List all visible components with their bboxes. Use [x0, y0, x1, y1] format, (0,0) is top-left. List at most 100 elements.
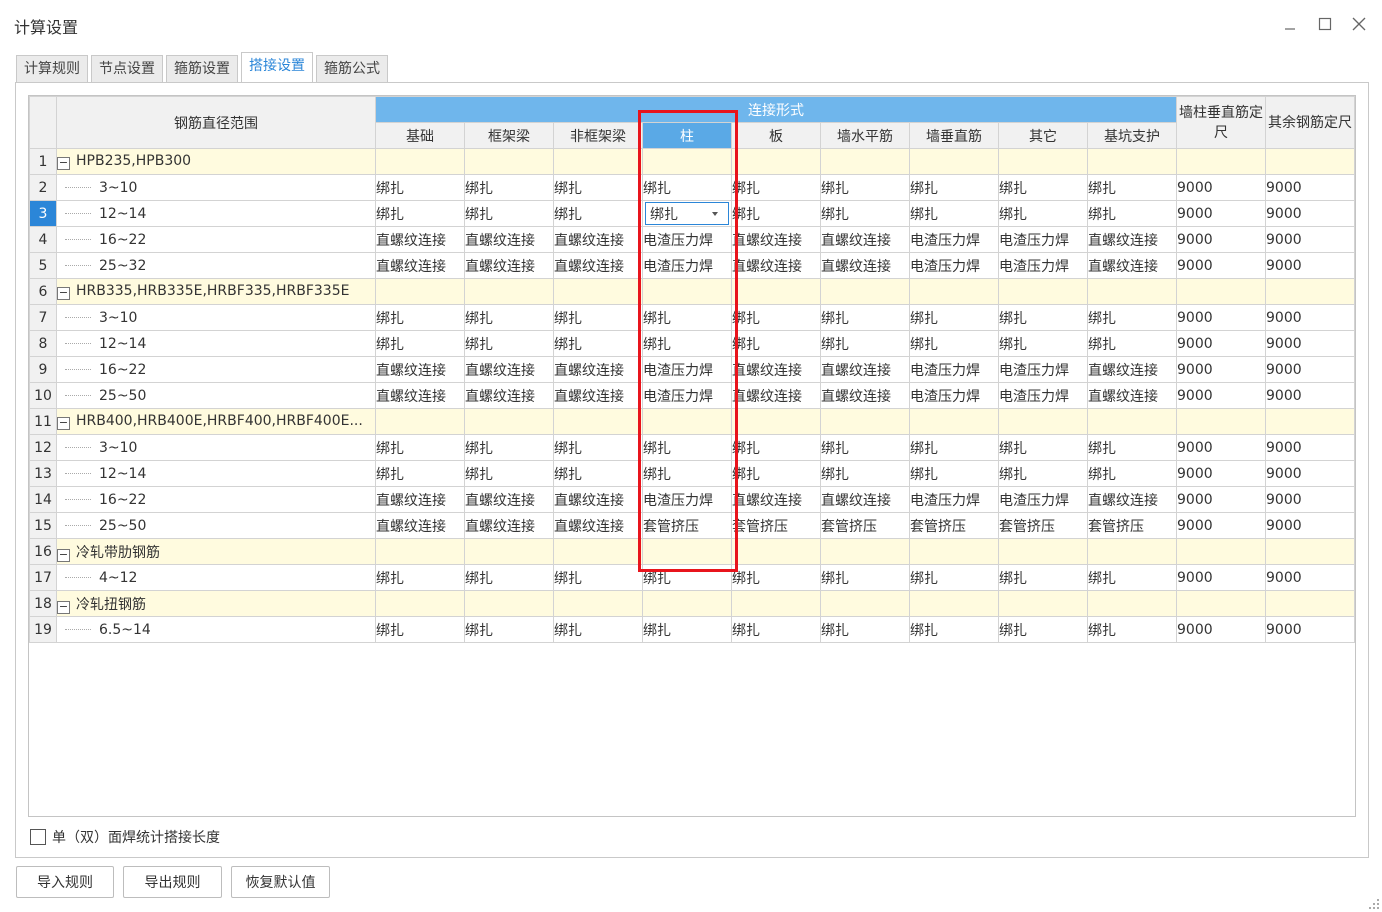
- connection-type-cell[interactable]: 直螺纹连接: [820, 486, 910, 513]
- connection-subheader[interactable]: 其它: [998, 122, 1088, 149]
- group-empty-cell[interactable]: [1087, 538, 1177, 565]
- connection-type-cell[interactable]: 套管挤压: [998, 512, 1088, 539]
- connection-type-cell[interactable]: 绑扎: [820, 200, 910, 227]
- group-empty-cell[interactable]: [553, 278, 643, 305]
- connection-type-cell[interactable]: 绑扎: [998, 616, 1088, 643]
- export-rules-button[interactable]: 导出规则: [123, 866, 222, 898]
- collapse-toggle-icon[interactable]: −: [57, 548, 70, 562]
- connection-type-cell[interactable]: 套管挤压: [731, 512, 821, 539]
- diameter-range-cell[interactable]: 12~14: [56, 330, 376, 357]
- connection-type-cell[interactable]: 绑扎: [998, 330, 1088, 357]
- row-number[interactable]: 9: [29, 356, 57, 383]
- diameter-range-cell[interactable]: 3~10: [56, 434, 376, 461]
- group-empty-cell[interactable]: [731, 538, 821, 565]
- length-cell[interactable]: 9000: [1176, 304, 1266, 331]
- row-number[interactable]: 3: [29, 200, 57, 227]
- connection-type-cell[interactable]: 直螺纹连接: [375, 252, 465, 279]
- connection-type-cell[interactable]: 套管挤压: [820, 512, 910, 539]
- restore-defaults-button[interactable]: 恢复默认值: [231, 866, 330, 898]
- row-number[interactable]: 14: [29, 486, 57, 513]
- group-empty-cell[interactable]: [1176, 538, 1266, 565]
- diameter-range-cell[interactable]: 3~10: [56, 174, 376, 201]
- tab-4[interactable]: 搭接设置: [241, 52, 313, 82]
- connection-type-cell[interactable]: 绑扎: [642, 174, 732, 201]
- table-row[interactable]: 2 3~10 绑扎 绑扎 绑扎 绑扎 绑扎 绑扎 绑扎 绑扎 绑扎 9000 9000: [29, 174, 1355, 201]
- connection-type-cell[interactable]: 绑扎: [820, 616, 910, 643]
- group-empty-cell[interactable]: [375, 148, 465, 175]
- connection-type-cell[interactable]: 绑扎: [1087, 174, 1177, 201]
- group-empty-cell[interactable]: [375, 278, 465, 305]
- connection-type-cell[interactable]: 直螺纹连接: [553, 512, 643, 539]
- row-number[interactable]: 13: [29, 460, 57, 487]
- connection-type-cell[interactable]: 直螺纹连接: [375, 512, 465, 539]
- row-number[interactable]: 18: [29, 590, 57, 617]
- connection-type-cell[interactable]: 绑扎: [731, 616, 821, 643]
- minimize-button[interactable]: [1278, 12, 1302, 36]
- connection-type-cell[interactable]: 绑扎: [909, 174, 999, 201]
- connection-type-cell[interactable]: 绑扎: [1087, 460, 1177, 487]
- table-row[interactable]: 14 16~22 直螺纹连接 直螺纹连接 直螺纹连接 电渣压力焊 直螺纹连接 直螺纹连接 电渣压…: [29, 486, 1355, 513]
- group-empty-cell[interactable]: [375, 408, 465, 435]
- connection-type-cell[interactable]: 直螺纹连接: [464, 252, 554, 279]
- group-row[interactable]: 18− 冷轧扭钢筋: [29, 590, 1355, 617]
- connection-type-cell[interactable]: 绑扎: [464, 304, 554, 331]
- group-row[interactable]: 16− 冷轧带肋钢筋: [29, 538, 1355, 565]
- diameter-range-cell[interactable]: 16~22: [56, 486, 376, 513]
- group-empty-cell[interactable]: [1265, 408, 1355, 435]
- resize-grip-icon[interactable]: [1368, 898, 1380, 910]
- row-number[interactable]: 15: [29, 512, 57, 539]
- connection-type-cell[interactable]: 绑扎: [731, 564, 821, 591]
- diameter-range-cell[interactable]: 25~50: [56, 512, 376, 539]
- connection-type-cell[interactable]: 绑扎: [464, 330, 554, 357]
- connection-type-cell[interactable]: 绑扎: [464, 434, 554, 461]
- group-empty-cell[interactable]: [553, 538, 643, 565]
- length-cell[interactable]: 9000: [1176, 382, 1266, 409]
- connection-type-cell[interactable]: 绑扎: [464, 174, 554, 201]
- table-row[interactable]: 17 4~12 绑扎 绑扎 绑扎 绑扎 绑扎 绑扎 绑扎 绑扎 绑扎 9000 9000: [29, 564, 1355, 591]
- length-cell[interactable]: 9000: [1265, 174, 1355, 201]
- group-empty-cell[interactable]: [909, 408, 999, 435]
- group-empty-cell[interactable]: [464, 148, 554, 175]
- group-empty-cell[interactable]: [464, 590, 554, 617]
- group-empty-cell[interactable]: [1176, 148, 1266, 175]
- connection-type-dropdown[interactable]: 绑扎: [645, 202, 729, 225]
- diameter-range-cell[interactable]: 16~22: [56, 226, 376, 253]
- rebar-grade-cell[interactable]: − HRB335,HRB335E,HRBF335,HRBF335E: [56, 278, 376, 305]
- length-cell[interactable]: 9000: [1265, 330, 1355, 357]
- group-empty-cell[interactable]: [731, 278, 821, 305]
- length-cell[interactable]: 9000: [1265, 564, 1355, 591]
- connection-subheader[interactable]: 基坑支护: [1087, 122, 1177, 149]
- connection-subheader[interactable]: 基础: [375, 122, 465, 149]
- weld-lap-length-option[interactable]: 单（双）面焊统计搭接长度: [30, 827, 220, 847]
- connection-type-cell[interactable]: 绑扎: [553, 330, 643, 357]
- length-cell[interactable]: 9000: [1265, 486, 1355, 513]
- connection-type-cell[interactable]: 直螺纹连接: [731, 226, 821, 253]
- connection-type-cell[interactable]: 绑扎: [998, 200, 1088, 227]
- length-cell[interactable]: 9000: [1265, 512, 1355, 539]
- diameter-range-cell[interactable]: 16~22: [56, 356, 376, 383]
- connection-type-cell[interactable]: 直螺纹连接: [820, 382, 910, 409]
- diameter-range-cell[interactable]: 25~32: [56, 252, 376, 279]
- group-empty-cell[interactable]: [998, 148, 1088, 175]
- group-empty-cell[interactable]: [909, 538, 999, 565]
- group-row[interactable]: 11− HRB400,HRB400E,HRBF400,HRBF400E...: [29, 408, 1355, 435]
- group-empty-cell[interactable]: [375, 590, 465, 617]
- connection-type-cell[interactable]: 绑扎: [820, 460, 910, 487]
- length-cell[interactable]: 9000: [1176, 356, 1266, 383]
- row-number[interactable]: 5: [29, 252, 57, 279]
- group-empty-cell[interactable]: [731, 590, 821, 617]
- import-rules-button[interactable]: 导入规则: [16, 866, 114, 898]
- group-empty-cell[interactable]: [909, 148, 999, 175]
- group-empty-cell[interactable]: [1087, 590, 1177, 617]
- group-empty-cell[interactable]: [553, 590, 643, 617]
- connection-type-cell[interactable]: 绑扎: [375, 434, 465, 461]
- row-number[interactable]: 7: [29, 304, 57, 331]
- row-number[interactable]: 10: [29, 382, 57, 409]
- connection-type-cell[interactable]: 电渣压力焊: [642, 356, 732, 383]
- rebar-grade-cell[interactable]: − 冷轧带肋钢筋: [56, 538, 376, 565]
- connection-type-cell[interactable]: 直螺纹连接: [1087, 356, 1177, 383]
- diameter-range-cell[interactable]: 4~12: [56, 564, 376, 591]
- connection-type-cell[interactable]: 绑扎: [731, 174, 821, 201]
- connection-type-cell[interactable]: 电渣压力焊: [909, 226, 999, 253]
- length-cell[interactable]: 9000: [1176, 434, 1266, 461]
